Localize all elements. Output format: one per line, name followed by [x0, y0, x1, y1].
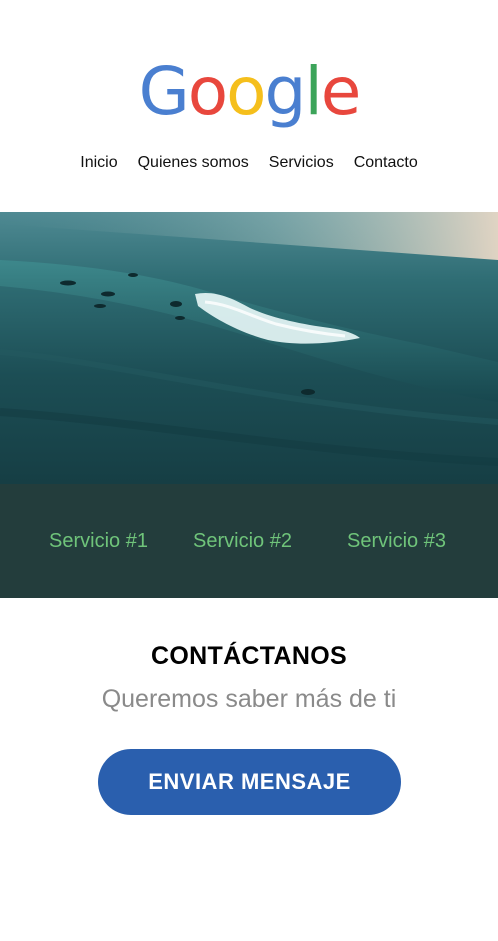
- hero-image: [0, 212, 498, 484]
- ocean-wave-image: [0, 212, 498, 484]
- nav-item-servicios[interactable]: Servicios: [269, 152, 334, 174]
- logo-letter: l: [304, 53, 322, 130]
- service-item-3[interactable]: Servicio #3: [347, 528, 446, 554]
- main-nav: Inicio Quienes somos Servicios Contacto: [0, 152, 498, 174]
- contact-title: CONTÁCTANOS: [151, 642, 347, 670]
- google-logo[interactable]: Google: [0, 52, 498, 132]
- service-item-1[interactable]: Servicio #1: [49, 528, 148, 554]
- logo-letter: g: [264, 53, 307, 130]
- logo-letter: G: [138, 53, 190, 130]
- logo-letter: o: [226, 53, 266, 130]
- logo-letter: o: [187, 53, 228, 130]
- service-item-2[interactable]: Servicio #2: [193, 528, 292, 554]
- nav-item-contacto[interactable]: Contacto: [354, 152, 418, 174]
- site-header: Google Inicio Quienes somos Servicios Co…: [0, 0, 498, 212]
- contact-subtitle: Queremos saber más de ti: [101, 685, 397, 713]
- logo-letter: e: [320, 53, 362, 130]
- nav-item-inicio[interactable]: Inicio: [80, 152, 117, 174]
- nav-item-quienes-somos[interactable]: Quienes somos: [138, 152, 249, 174]
- send-message-button[interactable]: ENVIAR MENSAJE: [98, 749, 401, 815]
